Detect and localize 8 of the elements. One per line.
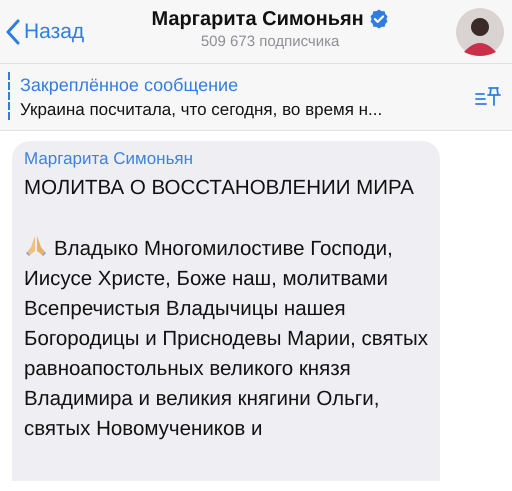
pinned-message-text[interactable]: Украина посчитала, что сегодня, во время н... <box>20 100 464 120</box>
subscriber-count: 509 673 подписчика <box>200 32 340 50</box>
message-heading: МОЛИТВА О ВОССТАНОВЛЕНИИ МИРА <box>24 175 415 201</box>
message-text: Владыко Многомилостиве Господи, Иисусе Христе, Боже наш, молитвами Всепречистыя Владычицы нашея Богородицы и Приснодевы Марии, святых равноапостольных великого князя Владимира и великия княгини Ольги, святых Новомучеников и <box>24 233 428 444</box>
channel-title: Маргарита Симоньян <box>151 8 364 30</box>
back-button[interactable]: Назад <box>6 18 84 44</box>
pinned-label: Закреплённое сообщение <box>20 74 240 96</box>
sender-name: Маргарита Симоньян <box>24 149 194 169</box>
